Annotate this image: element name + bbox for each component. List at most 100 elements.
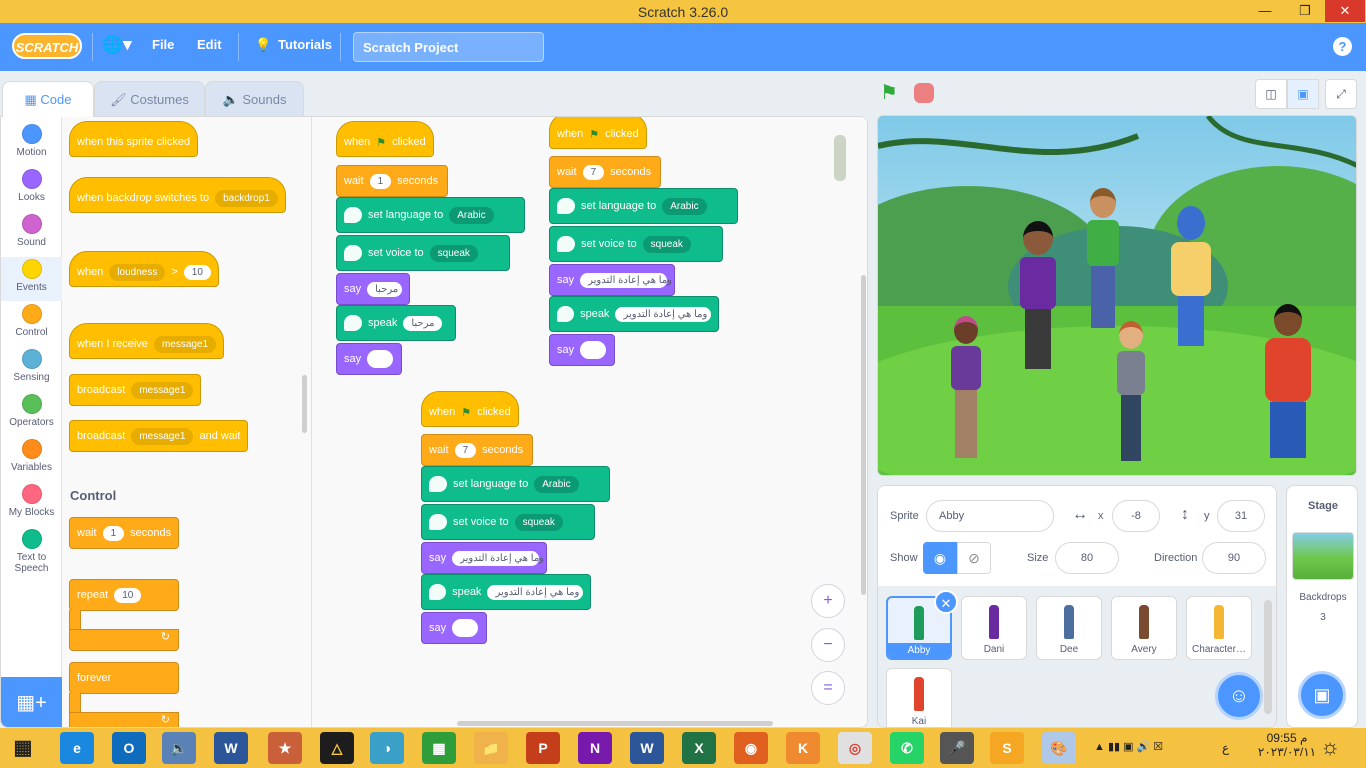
delete-sprite-icon[interactable]: ✕ <box>934 590 958 614</box>
microphone-app-icon[interactable]: 🎤 <box>940 732 974 764</box>
say-text-input[interactable]: وما هي إعادة التدوير <box>452 550 544 566</box>
block-when-i-receive[interactable]: when I receive message1 <box>69 323 225 359</box>
palette-scrollbar[interactable] <box>302 375 307 433</box>
say-text-input[interactable] <box>580 341 607 359</box>
block-broadcast-and-wait[interactable]: broadcast message1 and wait <box>69 420 249 452</box>
category-operators[interactable]: Operators <box>1 392 62 436</box>
category-my-blocks[interactable]: My Blocks <box>1 482 62 526</box>
whatsapp-icon[interactable]: ✆ <box>890 732 924 764</box>
paint-palette-icon[interactable]: 🎨 <box>1042 732 1076 764</box>
category-control[interactable]: Control <box>1 302 62 346</box>
zoom-in-button[interactable]: + <box>811 584 845 618</box>
script3-say-empty-block[interactable]: say <box>421 612 487 644</box>
character-avery[interactable] <box>1083 188 1123 338</box>
tray-icons[interactable]: ▲ ▮▮ ▣ 🔊 ☒ <box>1094 740 1163 753</box>
language-globe-icon[interactable]: 🌐▾ <box>102 35 132 55</box>
powerpoint-icon[interactable]: P <box>526 732 560 764</box>
category-sound[interactable]: Sound <box>1 212 62 256</box>
voice-dropdown[interactable]: squeak <box>429 244 478 262</box>
brightness-icon[interactable]: ☼ <box>1320 734 1340 760</box>
script3-speak-block[interactable]: speak وما هي إعادة التدوير <box>421 574 591 610</box>
language-dropdown[interactable]: Arabic <box>449 206 494 224</box>
block-repeat[interactable]: repeat 10 <box>69 579 179 611</box>
stop-button[interactable] <box>914 83 934 103</box>
scratch-app-icon[interactable]: S <box>990 732 1024 764</box>
script1-wait-block[interactable]: wait 1 seconds <box>336 165 448 197</box>
script2-set-voice-block[interactable]: set voice to squeak <box>549 226 723 262</box>
script3-set-voice-block[interactable]: set voice to squeak <box>421 504 595 540</box>
show-visible-button[interactable]: ◉ <box>923 542 957 574</box>
say-text-input[interactable]: وما هي إعادة التدوير <box>580 272 672 288</box>
block-when-backdrop-switches[interactable]: when backdrop switches to backdrop1 <box>69 177 286 213</box>
voice-dropdown[interactable]: squeak <box>642 235 691 253</box>
script2-speak-block[interactable]: speak وما هي إعادة التدوير <box>549 296 719 332</box>
category-events[interactable]: Events <box>1 257 62 301</box>
script1-say-block[interactable]: say مرحبا <box>336 273 410 305</box>
large-stage-button[interactable]: ▣ <box>1287 79 1319 109</box>
tutorials-icon[interactable]: 💡 <box>255 37 271 53</box>
script2-say-block[interactable]: say وما هي إعادة التدوير <box>549 264 675 296</box>
tab-costumes[interactable]: 🖌 Costumes <box>94 81 205 116</box>
speak-text-input[interactable]: مرحبا <box>403 315 443 331</box>
category-variables[interactable]: Variables <box>1 437 62 481</box>
script3-set-language-block[interactable]: set language to Arabic <box>421 466 610 502</box>
loudness-dropdown[interactable]: loudness <box>109 263 166 281</box>
project-title-input[interactable]: Scratch Project <box>353 32 544 62</box>
add-sprite-button[interactable]: ☺ <box>1215 672 1263 720</box>
script3-wait-block[interactable]: wait 7 seconds <box>421 434 533 466</box>
wait-value-input[interactable]: 1 <box>102 525 125 541</box>
firefox-icon[interactable]: ◉ <box>734 732 768 764</box>
script1-set-language-block[interactable]: set language to Arabic <box>336 197 525 233</box>
loudness-value-input[interactable]: 10 <box>183 264 211 280</box>
scratch-logo[interactable]: SCRATCH <box>12 33 82 59</box>
app-triangle-icon[interactable]: △ <box>320 732 354 764</box>
y-input[interactable]: 31 <box>1217 500 1265 532</box>
script3-when-flag-clicked[interactable]: when ⚑ clicked <box>421 391 519 427</box>
onenote-icon[interactable]: N <box>578 732 612 764</box>
backdrop-dropdown[interactable]: backdrop1 <box>215 189 278 207</box>
sprite-tile[interactable]: Dani <box>961 596 1027 660</box>
zoom-reset-button[interactable]: = <box>811 671 845 705</box>
chrome-icon[interactable]: ◎ <box>838 732 872 764</box>
message-dropdown[interactable]: message1 <box>153 335 217 353</box>
store-icon[interactable]: ▦ <box>422 732 456 764</box>
green-flag-button[interactable]: ⚑ <box>880 82 904 104</box>
add-extension-button[interactable]: ▦+ <box>1 677 62 727</box>
block-wait[interactable]: wait 1 seconds <box>69 517 180 549</box>
script2-say-empty-block[interactable]: say <box>549 334 615 366</box>
wait-value-input[interactable]: 7 <box>454 442 477 458</box>
say-text-input[interactable] <box>452 619 479 637</box>
speak-text-input[interactable]: وما هي إعادة التدوير <box>615 306 711 322</box>
tab-sounds[interactable]: 🔈 Sounds <box>205 81 304 116</box>
message-dropdown[interactable]: message1 <box>131 381 194 399</box>
sprite-name-input[interactable]: Abby <box>926 500 1054 532</box>
tray-clock[interactable]: م 09:55 ٢٠٢٣/٠٣/١١ <box>1254 731 1320 759</box>
size-input[interactable]: 80 <box>1055 542 1119 574</box>
script2-wait-block[interactable]: wait 7 seconds <box>549 156 661 188</box>
script3-say-block[interactable]: say وما هي إعادة التدوير <box>421 542 547 574</box>
sprite-list-scrollbar[interactable] <box>1264 600 1272 714</box>
block-when-sprite-clicked[interactable]: when this sprite clicked <box>69 121 199 157</box>
outlook-icon[interactable]: O <box>112 732 146 764</box>
script2-set-language-block[interactable]: set language to Arabic <box>549 188 738 224</box>
say-text-input[interactable] <box>367 350 394 368</box>
character-abby[interactable] <box>948 316 984 466</box>
script-vertical-scrollbar[interactable] <box>861 275 866 595</box>
wait-value-input[interactable]: 7 <box>582 164 605 180</box>
voice-dropdown[interactable]: squeak <box>514 513 563 531</box>
script2-when-flag-clicked[interactable]: when ⚑ clicked <box>549 117 647 149</box>
restore-button[interactable]: ❐ <box>1285 0 1325 22</box>
sprite-tile[interactable]: Character… <box>1186 596 1252 660</box>
direction-input[interactable]: 90 <box>1202 542 1266 574</box>
app-k-icon[interactable]: K <box>786 732 820 764</box>
message-dropdown[interactable]: message1 <box>131 427 194 445</box>
category-motion[interactable]: Motion <box>1 122 62 166</box>
language-dropdown[interactable]: Arabic <box>662 197 707 215</box>
category-text-to-speech[interactable]: Text to Speech <box>1 527 62 574</box>
zoom-out-button[interactable]: − <box>811 628 845 662</box>
paint-app-icon[interactable]: ★ <box>268 732 302 764</box>
stage-canvas[interactable] <box>877 115 1357 476</box>
script1-when-flag-clicked[interactable]: when ⚑ clicked <box>336 121 434 157</box>
x-input[interactable]: -8 <box>1112 500 1160 532</box>
file-menu[interactable]: File <box>152 37 174 52</box>
